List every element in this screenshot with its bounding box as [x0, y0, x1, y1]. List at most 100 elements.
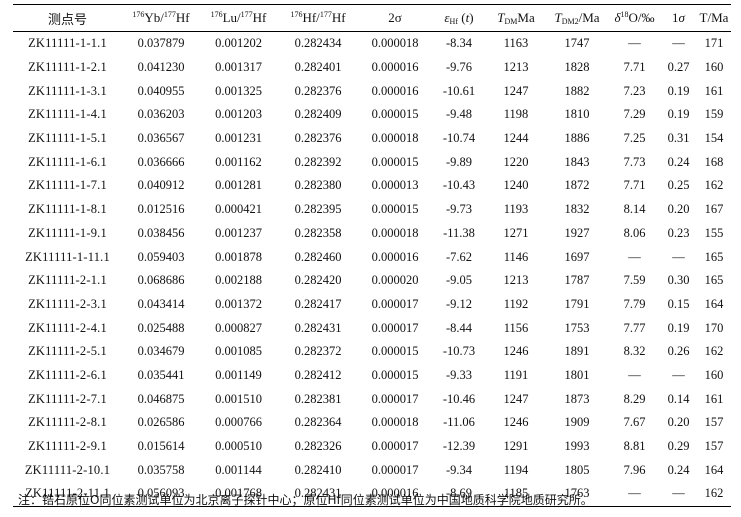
tdm-value: 1194: [503, 462, 529, 477]
tdm2-value: 1843: [564, 154, 590, 169]
epsilon-hf-value: -10.73: [442, 344, 476, 359]
delta18o-value: 7.23: [623, 83, 646, 98]
one-sigma-value: —: [672, 36, 685, 51]
table-row: ZK11111-2-3.1 0.043414 0.001372 0.282417 0.0…: [13, 293, 731, 317]
header-one-sigma: 1σ: [660, 4, 697, 32]
epsilon-hf-value: -11.06: [443, 415, 475, 430]
epsilon-hf-value: -9.89: [445, 154, 473, 169]
delta18o-value: 7.77: [623, 320, 646, 335]
yb-hf-value: 0.040912: [137, 178, 185, 193]
two-sigma-value: 0.000018: [371, 131, 419, 146]
hf-hf-value: 0.282434: [294, 36, 342, 51]
epsilon-hf-value: -10.61: [442, 83, 476, 98]
t-ma-value: 165: [704, 273, 724, 288]
header-sample: 测点号: [13, 4, 122, 32]
lu-hf-value: 0.001317: [215, 60, 262, 75]
lu-hf-value: 0.001085: [215, 344, 262, 359]
lu-hf-value: 0.001281: [215, 178, 262, 193]
delta18o-value: 7.79: [623, 296, 646, 311]
one-sigma-value: 0.14: [667, 391, 690, 406]
two-sigma-value: 0.000016: [371, 83, 419, 98]
two-sigma-value: 0.000015: [371, 367, 419, 382]
hf-hf-value: 0.282381: [294, 391, 342, 406]
tdm2-value: 1787: [564, 273, 590, 288]
tdm2-value: 1872: [564, 178, 590, 193]
tdm-value: 1271: [503, 225, 529, 240]
sample-id: ZK11111-1-1.1: [28, 36, 107, 51]
hf-hf-value: 0.282431: [294, 320, 342, 335]
tdm-value: 1163: [503, 36, 529, 51]
hf-hf-value: 0.282358: [294, 225, 342, 240]
one-sigma-value: 0.19: [667, 107, 690, 122]
t-ma-value: 162: [704, 178, 724, 193]
yb-hf-value: 0.036567: [137, 131, 185, 146]
hf-hf-value: 0.282417: [294, 296, 342, 311]
yb-hf-value: 0.040955: [137, 83, 185, 98]
epsilon-hf-value: -12.39: [442, 439, 476, 454]
table-row: ZK11111-2-10.1 0.035758 0.001144 0.282410 0.…: [13, 458, 731, 482]
table-row: ZK11111-1-8.1 0.012516 0.000421 0.282395 0.0…: [13, 198, 731, 222]
two-sigma-value: 0.000016: [371, 60, 419, 75]
header-t-ma: T/Ma: [697, 4, 731, 32]
hf-hf-value: 0.282372: [294, 344, 342, 359]
delta18o-value: 8.32: [623, 344, 646, 359]
table-row: ZK11111-2-4.1 0.025488 0.000827 0.282431 0.0…: [13, 316, 731, 340]
delta18o-value: —: [628, 249, 641, 264]
t-ma-value: 164: [704, 296, 724, 311]
hf-hf-value: 0.282376: [294, 131, 342, 146]
one-sigma-value: 0.29: [667, 439, 690, 454]
one-sigma-value: —: [672, 367, 685, 382]
tdm-value: 1213: [503, 60, 529, 75]
delta18o-value: 7.96: [623, 462, 646, 477]
header-yb-hf: 176Yb/177Hf: [122, 4, 200, 32]
sample-id: ZK11111-2-1.1: [28, 273, 107, 288]
epsilon-hf-value: -9.34: [445, 462, 473, 477]
tdm-value: 1146: [503, 249, 529, 264]
t-ma-value: 154: [704, 131, 724, 146]
sample-id: ZK11111-1-8.1: [28, 202, 107, 217]
lu-hf-value: 0.001231: [215, 131, 262, 146]
tdm2-value: 1805: [564, 462, 590, 477]
table-row: ZK11111-1-6.1 0.036666 0.001162 0.282392 0.0…: [13, 150, 731, 174]
t-ma-value: 159: [704, 107, 724, 122]
two-sigma-value: 0.000015: [371, 344, 419, 359]
two-sigma-value: 0.000018: [371, 225, 419, 240]
hf-hf-value: 0.282412: [294, 367, 342, 382]
yb-hf-value: 0.037879: [137, 36, 185, 51]
two-sigma-value: 0.000017: [371, 462, 419, 477]
hf-hf-value: 0.282401: [294, 60, 342, 75]
table-row: ZK11111-2-9.1 0.015614 0.000510 0.282326 0.0…: [13, 435, 731, 459]
table-row: ZK11111-1-5.1 0.036567 0.001231 0.282376 0.0…: [13, 127, 731, 151]
sample-id: ZK11111-1-2.1: [28, 60, 107, 75]
lu-hf-value: 0.001878: [215, 249, 262, 264]
header-hf-hf: 176Hf/177Hf: [277, 4, 359, 32]
tdm2-value: 1801: [564, 367, 590, 382]
one-sigma-value: 0.20: [667, 202, 690, 217]
table-row: ZK11111-2-1.1 0.068686 0.002188 0.282420 0.0…: [13, 269, 731, 293]
delta18o-value: 7.67: [623, 415, 646, 430]
lu-hf-value: 0.002188: [215, 273, 262, 288]
one-sigma-value: —: [672, 249, 685, 264]
t-ma-value: 160: [704, 367, 724, 382]
lu-hf-value: 0.001203: [215, 107, 262, 122]
two-sigma-value: 0.000017: [371, 296, 419, 311]
table-body: ZK11111-1-1.1 0.037879 0.001202 0.282434 0.0…: [13, 32, 731, 507]
table-row: ZK11111-1-11.1 0.059403 0.001878 0.282460 0.…: [13, 245, 731, 269]
two-sigma-value: 0.000017: [371, 391, 419, 406]
tdm-value: 1198: [503, 107, 529, 122]
lu-hf-value: 0.001202: [215, 36, 262, 51]
delta18o-value: —: [628, 367, 641, 382]
table-row: ZK11111-2-6.1 0.035441 0.001149 0.282412 0.0…: [13, 364, 731, 388]
hf-hf-value: 0.282326: [294, 439, 342, 454]
t-ma-value: 168: [704, 154, 724, 169]
yb-hf-value: 0.035758: [137, 462, 185, 477]
two-sigma-value: 0.000015: [371, 107, 419, 122]
sample-id: ZK11111-1-6.1: [28, 154, 107, 169]
epsilon-hf-value: -9.12: [445, 296, 473, 311]
yb-hf-value: 0.012516: [137, 202, 185, 217]
header-tdm2: TDM2/Ma: [545, 4, 609, 32]
tdm-value: 1213: [503, 273, 529, 288]
tdm-value: 1191: [503, 367, 529, 382]
lu-hf-value: 0.000421: [215, 202, 262, 217]
lu-hf-value: 0.001162: [215, 154, 262, 169]
